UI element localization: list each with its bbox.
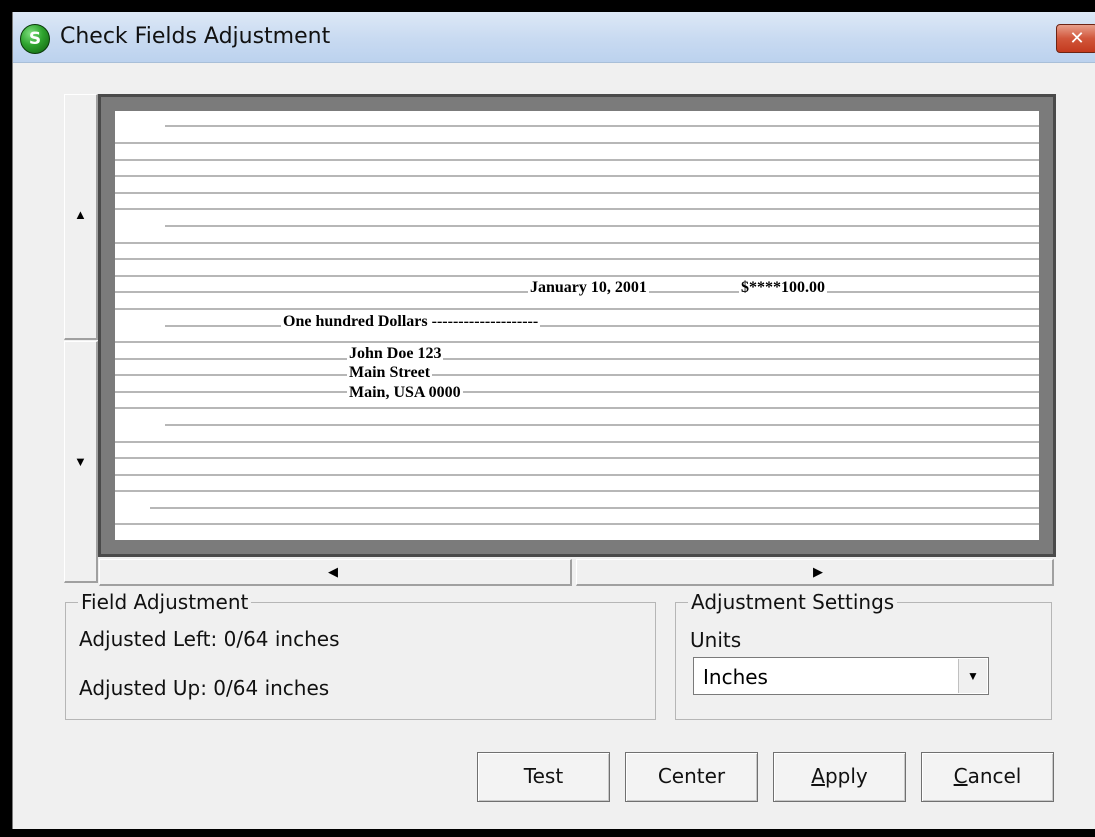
check-rule-line	[150, 507, 1039, 509]
check-payee-name: John Doe 123	[347, 345, 444, 363]
check-amount-words: One hundred Dollars --------------------	[281, 313, 541, 331]
center-button[interactable]: Center	[625, 752, 758, 802]
test-button[interactable]: Test	[477, 752, 610, 802]
cancel-mnemonic: C	[953, 764, 968, 788]
check-rule-line	[115, 391, 1039, 393]
window-title: Check Fields Adjustment	[60, 24, 331, 49]
check-rule-line	[115, 159, 1039, 161]
check-rule-line	[115, 490, 1039, 492]
apply-label: pply	[824, 764, 868, 788]
vertical-nudge-bar: ▲ ▼	[64, 94, 98, 584]
field-adjustment-group: Field Adjustment Adjusted Left: 0/64 inc…	[65, 590, 656, 720]
check-rule-line	[115, 457, 1039, 459]
nudge-left-button[interactable]: ◀	[99, 559, 572, 586]
nudge-down-button[interactable]: ▼	[64, 341, 98, 583]
check-rule-line	[115, 275, 1039, 277]
check-rule-line	[115, 341, 1039, 343]
check-date: January 10, 2001	[528, 279, 649, 297]
check-rule-line	[115, 441, 1039, 443]
check-payee-street: Main Street	[347, 364, 433, 382]
check-rule-line	[115, 142, 1039, 144]
app-logo-icon: S	[20, 24, 50, 54]
check-rule-line	[165, 424, 1039, 426]
field-adjustment-legend: Field Adjustment	[78, 590, 252, 614]
check-rule-line	[115, 374, 1039, 376]
apply-mnemonic: A	[811, 764, 825, 788]
close-button[interactable]: ✕	[1056, 24, 1095, 53]
units-label: Units	[690, 628, 742, 652]
check-rule-line	[115, 523, 1039, 525]
arrow-right-icon: ▶	[813, 564, 823, 579]
check-rule-line	[115, 208, 1039, 210]
check-rule-line	[115, 407, 1039, 409]
check-payee-city: Main, USA 0000	[347, 384, 463, 402]
chevron-down-icon[interactable]: ▼	[958, 659, 987, 693]
nudge-up-button[interactable]: ▲	[64, 94, 98, 340]
title-bar[interactable]: S Check Fields Adjustment ✕	[13, 12, 1095, 63]
check-rule-line	[115, 308, 1039, 310]
cancel-label: ancel	[967, 764, 1022, 788]
check-rule-line	[115, 242, 1039, 244]
adjustment-settings-legend: Adjustment Settings	[688, 590, 898, 614]
check-rule-line	[115, 358, 1039, 360]
check-rule-line	[115, 474, 1039, 476]
check-rule-line	[165, 125, 1039, 127]
check-preview: January 10, 2001 $****100.00 One hundred…	[98, 94, 1056, 557]
arrow-down-icon: ▼	[74, 454, 87, 469]
nudge-right-button[interactable]: ▶	[576, 559, 1054, 586]
check-rule-line	[115, 258, 1039, 260]
cancel-button[interactable]: Cancel	[921, 752, 1054, 802]
arrow-up-icon: ▲	[74, 207, 87, 222]
apply-button[interactable]: Apply	[773, 752, 906, 802]
check-paper: January 10, 2001 $****100.00 One hundred…	[115, 111, 1039, 540]
units-selected-value: Inches	[703, 665, 768, 689]
check-rule-line	[115, 192, 1039, 194]
check-rule-line	[165, 225, 1039, 227]
units-select[interactable]: Inches ▼	[693, 657, 989, 695]
dialog-window: S Check Fields Adjustment ✕ ▲ ▼ January …	[12, 12, 1095, 829]
adjusted-up-value: Adjusted Up: 0/64 inches	[79, 676, 330, 700]
adjustment-settings-group: Adjustment Settings Units Inches ▼	[675, 590, 1052, 720]
arrow-left-icon: ◀	[328, 564, 338, 579]
check-amount: $****100.00	[739, 279, 827, 297]
adjusted-left-value: Adjusted Left: 0/64 inches	[79, 627, 340, 651]
check-rule-line	[115, 175, 1039, 177]
